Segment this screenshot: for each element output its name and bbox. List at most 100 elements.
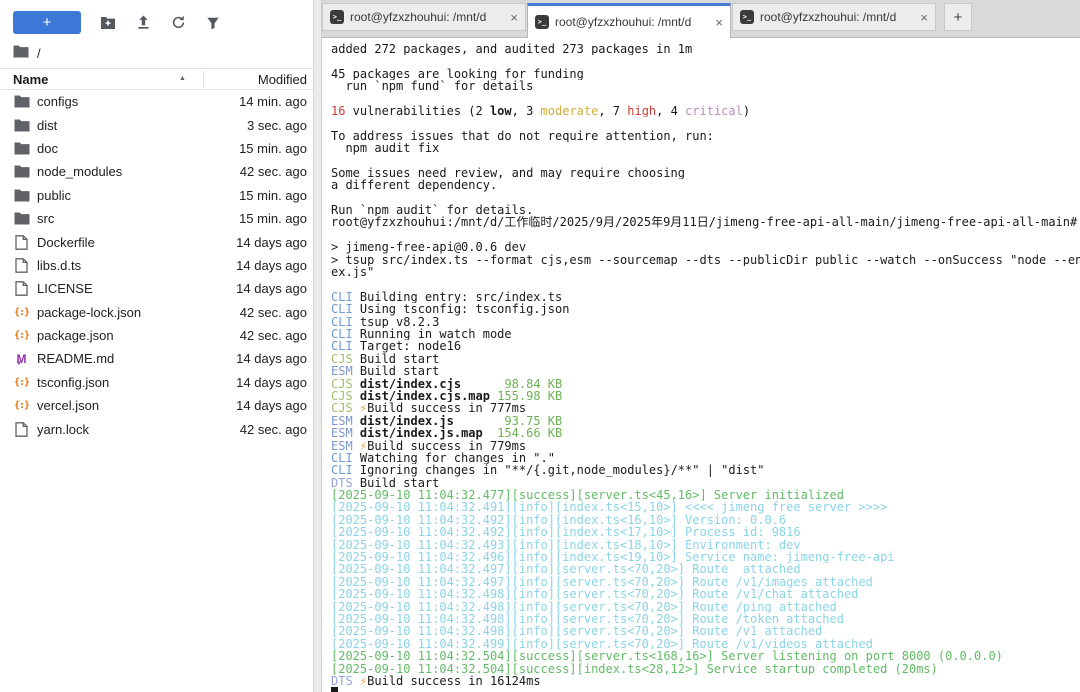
file-row[interactable]: doc15 min. ago (0, 137, 313, 160)
terminal-text-segment: Build start (353, 365, 440, 377)
terminal-text-segment: ex.js" (331, 266, 374, 278)
terminal-text-segment: [2025-09-10 11:04:32.498][info][server.t… (331, 588, 858, 600)
file-modified: 15 min. ago (239, 211, 307, 226)
sort-ascending-icon[interactable]: ▲ (179, 75, 186, 82)
terminal-line: [2025-09-10 11:04:32.499][info][server.t… (331, 638, 1080, 650)
file-row[interactable]: dist 3 sec. ago (0, 113, 313, 136)
terminal-icon: >_ (740, 10, 754, 24)
terminal-line: [2025-09-10 11:04:32.498][info][server.t… (331, 613, 1080, 625)
file-row[interactable]: src 15 min. ago (0, 207, 313, 230)
column-header-modified[interactable]: Modified (258, 72, 307, 87)
terminal-tab[interactable]: >_ root@yfzxzhouhui: /mnt/d× (732, 3, 936, 31)
terminal-text-segment: Some issues need review, and may require… (331, 167, 685, 179)
terminal-line: [2025-09-10 11:04:32.504][success][serve… (331, 650, 1080, 662)
file-icon (13, 234, 30, 250)
upload-icon[interactable] (135, 15, 151, 31)
terminal-text-segment (353, 402, 360, 414)
terminal-line: CLI Building entry: src/index.ts (331, 291, 1080, 303)
terminal-line: added 272 packages, and audited 273 pack… (331, 43, 1080, 55)
terminal-text-segment: a different dependency. (331, 179, 497, 191)
file-row[interactable]: LICENSE14 days ago (0, 277, 313, 300)
terminal-text-segment: CLI (331, 328, 353, 340)
terminal-line: a different dependency. (331, 179, 1080, 191)
file-name: src (37, 211, 54, 226)
terminal-text-segment: , 7 (598, 105, 627, 117)
file-modified: 3 sec. ago (247, 118, 307, 133)
terminal-text-segment: ESM (331, 365, 353, 377)
terminal-tab-label: root@yfzxzhouhui: /mnt/d (555, 15, 713, 29)
terminal-text-segment: > tsup src/index.ts --format cjs,esm --s… (331, 254, 1080, 266)
terminal-text-segment: [2025-09-10 11:04:32.496][info][index.ts… (331, 551, 895, 563)
terminal-line: ex.js" (331, 266, 1080, 278)
close-tab-icon[interactable]: × (510, 10, 518, 25)
terminal-line: ESM ⚡Build success in 779ms (331, 440, 1080, 452)
file-row[interactable]: public15 min. ago (0, 184, 313, 207)
file-row[interactable]: {:}package-lock.json42 sec. ago (0, 301, 313, 324)
column-header-name[interactable]: Name (13, 72, 48, 87)
folder-icon (13, 117, 30, 133)
terminal-text-segment: 16 (331, 105, 345, 117)
terminal-text-segment: > jimeng-free-api@0.0.6 dev (331, 241, 526, 253)
terminal-line: ESM Build start (331, 365, 1080, 377)
terminal-text-segment: Watching for changes in "." (353, 452, 555, 464)
terminal-text-segment: dist/index.js (360, 415, 454, 427)
terminal-text-segment: Using tsconfig: tsconfig.json (353, 303, 570, 315)
file-name: dist (37, 118, 57, 133)
terminal-text-segment: , 4 (656, 105, 685, 117)
terminal-icon: >_ (330, 10, 344, 24)
terminal-text-segment: [2025-09-10 11:04:32.477][success][serve… (331, 489, 844, 501)
new-terminal-tab-button[interactable]: + (944, 3, 972, 31)
terminal-output[interactable]: added 272 packages, and audited 273 pack… (322, 38, 1080, 692)
refresh-icon[interactable] (170, 15, 186, 31)
file-row[interactable]: {:}tsconfig.json14 days ago (0, 371, 313, 394)
terminal-tab[interactable]: >_ root@yfzxzhouhui: /mnt/d× (322, 3, 526, 31)
terminal-line: [2025-09-10 11:04:32.504][success][index… (331, 663, 1080, 675)
new-file-button[interactable]: + (13, 11, 81, 34)
terminal-text-segment: CLI (331, 316, 353, 328)
file-row[interactable]: configs14 min. ago (0, 90, 313, 113)
terminal-tab-label: root@yfzxzhouhui: /mnt/d (760, 10, 918, 24)
terminal-text-segment: CLI (331, 464, 353, 476)
terminal-line: [2025-09-10 11:04:32.492][info][index.ts… (331, 526, 1080, 538)
file-modified: 15 min. ago (239, 141, 307, 156)
file-name: public (37, 188, 71, 203)
terminal-text-segment (461, 378, 504, 390)
new-folder-icon[interactable] (100, 15, 116, 31)
close-tab-icon[interactable]: × (920, 10, 928, 25)
terminal-line (331, 687, 1080, 692)
breadcrumb[interactable]: / (0, 34, 313, 68)
file-row[interactable]: libs.d.ts14 days ago (0, 254, 313, 277)
terminal-tab-label: root@yfzxzhouhui: /mnt/d (350, 10, 508, 24)
terminal-line: [2025-09-10 11:04:32.498][info][server.t… (331, 601, 1080, 613)
terminal-text-segment: [2025-09-10 11:04:32.499][info][server.t… (331, 638, 873, 650)
terminal-text-segment: DTS (331, 477, 353, 489)
terminal-text-segment: [2025-09-10 11:04:32.504][success][serve… (331, 650, 1003, 662)
file-row[interactable]: yarn.lock42 sec. ago (0, 417, 313, 440)
file-row[interactable]: {:}package.json42 sec. ago (0, 324, 313, 347)
panel-divider[interactable] (313, 0, 322, 692)
folder-icon (13, 45, 29, 61)
file-row[interactable]: Dockerfile14 days ago (0, 230, 313, 253)
terminal-text-segment: [2025-09-10 11:04:32.498][info][server.t… (331, 613, 844, 625)
json-icon: {:} (13, 328, 30, 344)
terminal-text-segment: Build success in 779ms (367, 440, 526, 452)
terminal-text-segment: CLI (331, 452, 353, 464)
terminal-text-segment: dist/index.js.map (360, 427, 483, 439)
file-row[interactable]: node_modules42 sec. ago (0, 160, 313, 183)
terminal-text-segment (483, 427, 497, 439)
file-row[interactable]: {:}vercel.json14 days ago (0, 394, 313, 417)
terminal-text-segment: [2025-09-10 11:04:32.504][success][index… (331, 663, 938, 675)
filter-icon[interactable] (205, 15, 221, 31)
terminal-line: CJS ⚡Build success in 777ms (331, 402, 1080, 414)
terminal-text-segment: Build start (353, 477, 440, 489)
terminal-line: run `npm fund` for details (331, 80, 1080, 92)
terminal-cursor (331, 687, 338, 692)
terminal-text-segment (353, 427, 360, 439)
column-divider[interactable] (203, 71, 204, 87)
file-row[interactable]: M▼README.md14 days ago (0, 347, 313, 370)
file-name: configs (37, 94, 78, 109)
terminal-line: [2025-09-10 11:04:32.498][info][server.t… (331, 588, 1080, 600)
terminal-text-segment: ESM (331, 440, 353, 452)
terminal-tab[interactable]: >_root@yfzxzhouhui: /mnt/d× (527, 3, 731, 38)
close-tab-icon[interactable]: × (715, 15, 723, 30)
